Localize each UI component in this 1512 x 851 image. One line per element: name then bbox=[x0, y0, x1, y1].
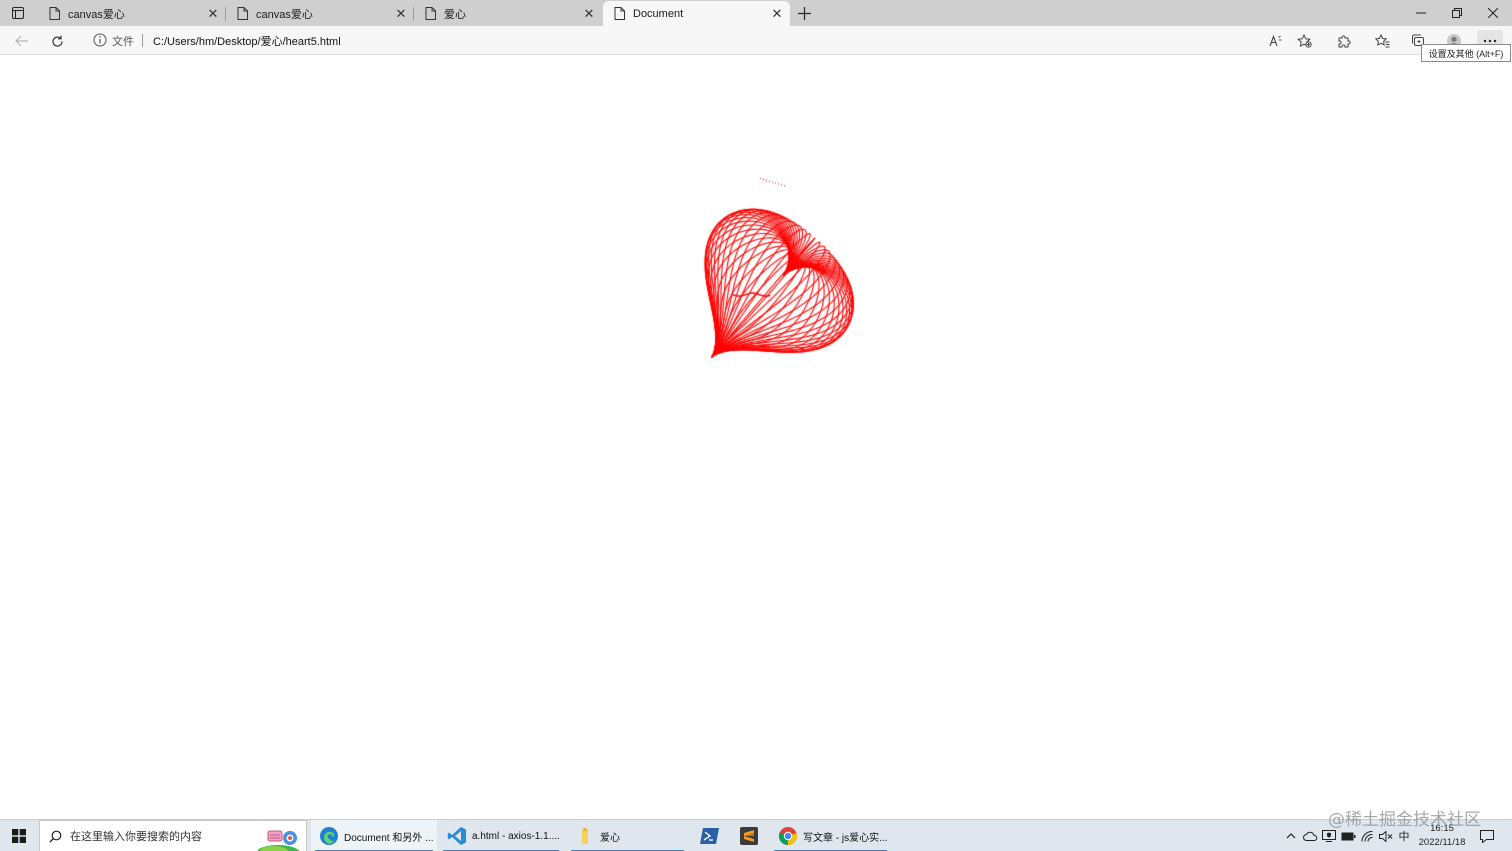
screen: canvas爱心 ✕ canvas爱心 ✕ 爱心 ✕ Document ✕ 文件… bbox=[0, 0, 1512, 851]
read-aloud-button[interactable] bbox=[1265, 30, 1287, 52]
info-icon[interactable] bbox=[92, 32, 108, 48]
search-placeholder: 在这里输入你要搜索的内容 bbox=[70, 831, 202, 843]
taskbar-app-label: a.html - axios-1.1.... bbox=[472, 830, 560, 842]
cloud-icon bbox=[1302, 831, 1317, 841]
taskbar-search-box[interactable]: 在这里输入你要搜索的内容 bbox=[39, 820, 307, 851]
address-bar[interactable]: 文件 C:/Users/hm/Desktop/爱心/heart5.html bbox=[80, 28, 1320, 52]
more-horizontal-icon bbox=[1483, 39, 1497, 43]
restore-icon bbox=[1452, 8, 1462, 18]
extensions-button[interactable] bbox=[1333, 30, 1355, 52]
vscode-icon bbox=[447, 826, 467, 846]
settings-tooltip: 设置及其他 (Alt+F) bbox=[1421, 44, 1511, 62]
show-hidden-icons-button[interactable] bbox=[1283, 820, 1299, 851]
clock-date: 2022/11/18 bbox=[1418, 837, 1466, 848]
search-highlight-icon bbox=[258, 830, 300, 851]
taskbar-app-chrome[interactable]: 写文章 - js爱心实... bbox=[770, 820, 891, 851]
taskbar-app-label: 写文章 - js爱心实... bbox=[803, 832, 888, 844]
add-favorite-button[interactable] bbox=[1293, 30, 1315, 52]
puzzle-icon bbox=[1338, 35, 1351, 48]
tab-4-active[interactable]: Document ✕ bbox=[603, 1, 790, 26]
plus-icon bbox=[797, 6, 811, 20]
tab-actions-icon bbox=[12, 7, 24, 19]
minimize-icon bbox=[1416, 12, 1426, 14]
new-tab-button[interactable] bbox=[794, 3, 814, 23]
tab-close-icon[interactable]: ✕ bbox=[392, 5, 410, 23]
page-viewport bbox=[0, 56, 1512, 819]
refresh-icon bbox=[51, 35, 63, 47]
heart-canvas bbox=[0, 56, 1512, 819]
scheme-label: 文件 bbox=[112, 36, 134, 48]
navigation-toolbar: 文件 C:/Users/hm/Desktop/爱心/heart5.html bbox=[0, 26, 1512, 55]
tab-title: canvas爱心 bbox=[68, 8, 125, 21]
tab-3[interactable]: 爱心 ✕ bbox=[414, 1, 602, 26]
back-button[interactable] bbox=[11, 30, 33, 52]
address-divider bbox=[142, 34, 143, 47]
tab-actions-button[interactable] bbox=[4, 3, 32, 23]
watermark: @稀土掘金技术社区 bbox=[1328, 810, 1481, 830]
taskbar: 在这里输入你要搜索的内容 Document 和另外 ... a.html - a… bbox=[0, 819, 1512, 851]
taskbar-app-label: 爱心 bbox=[600, 832, 620, 844]
close-icon bbox=[1488, 8, 1498, 18]
star-add-icon bbox=[1296, 34, 1312, 48]
tab-title: canvas爱心 bbox=[256, 8, 313, 21]
wifi-icon bbox=[1360, 830, 1373, 842]
read-aloud-icon bbox=[1269, 35, 1282, 47]
address-url[interactable]: C:/Users/hm/Desktop/爱心/heart5.html bbox=[153, 33, 341, 49]
close-window-button[interactable] bbox=[1475, 0, 1511, 26]
minimize-button[interactable] bbox=[1403, 0, 1439, 26]
favorites-list-icon bbox=[1374, 34, 1389, 48]
tab-close-icon[interactable]: ✕ bbox=[580, 5, 598, 23]
tab-1[interactable]: canvas爱心 ✕ bbox=[38, 1, 226, 26]
tab-2[interactable]: canvas爱心 ✕ bbox=[226, 1, 414, 26]
onedrive-button[interactable] bbox=[1301, 820, 1319, 851]
edge-icon bbox=[319, 826, 339, 846]
restore-button[interactable] bbox=[1439, 0, 1475, 26]
favorites-button[interactable] bbox=[1371, 30, 1393, 52]
chevron-up-icon bbox=[1286, 833, 1296, 839]
taskbar-app-edge[interactable]: Document 和另外 ... bbox=[311, 820, 437, 851]
search-icon bbox=[40, 821, 70, 851]
folder-icon bbox=[575, 826, 595, 846]
tab-strip: canvas爱心 ✕ canvas爱心 ✕ 爱心 ✕ Document ✕ bbox=[0, 0, 1512, 26]
tab-title: Document bbox=[633, 7, 684, 20]
taskbar-app-explorer[interactable]: 爱心 bbox=[567, 820, 688, 851]
tab-close-icon[interactable]: ✕ bbox=[204, 5, 222, 23]
sublime-icon bbox=[739, 826, 759, 846]
start-button[interactable] bbox=[0, 820, 38, 851]
refresh-button[interactable] bbox=[46, 30, 68, 52]
taskbar-app-label: Document 和另外 ... bbox=[344, 832, 434, 844]
battery-icon bbox=[1341, 832, 1355, 840]
page-icon bbox=[46, 6, 62, 22]
notification-icon bbox=[1480, 829, 1494, 843]
page-icon bbox=[422, 6, 438, 22]
taskbar-app-powershell[interactable] bbox=[692, 820, 728, 851]
powershell-icon bbox=[700, 826, 720, 846]
arrow-left-icon bbox=[15, 35, 28, 47]
screen-shield-icon bbox=[1322, 830, 1336, 842]
tab-title: 爱心 bbox=[444, 8, 466, 21]
taskbar-app-sublime[interactable] bbox=[731, 820, 767, 851]
page-icon bbox=[611, 6, 627, 22]
windows-logo-icon bbox=[12, 829, 26, 843]
volume-muted-icon bbox=[1379, 830, 1393, 842]
chrome-icon bbox=[778, 826, 798, 846]
tab-close-icon[interactable]: ✕ bbox=[768, 5, 786, 23]
taskbar-app-vscode[interactable]: a.html - axios-1.1.... bbox=[439, 820, 563, 851]
page-icon bbox=[234, 6, 250, 22]
